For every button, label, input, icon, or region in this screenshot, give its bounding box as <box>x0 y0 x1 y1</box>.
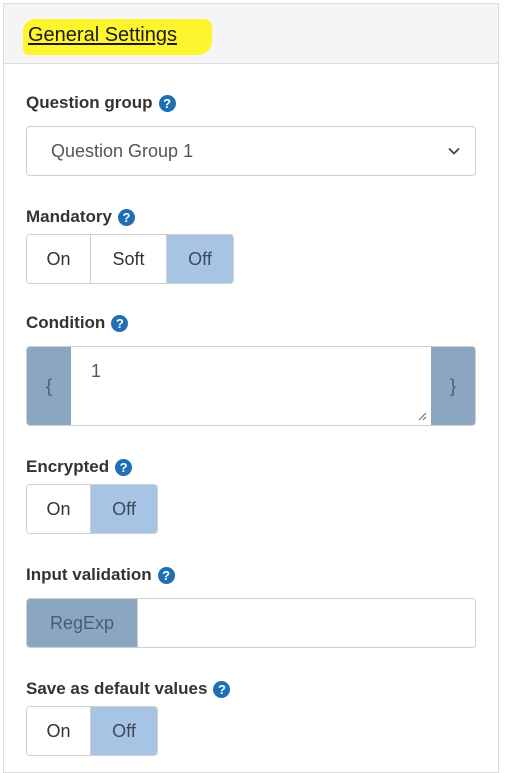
question-group-selected: Question Group 1 <box>51 140 194 161</box>
condition-label: Condition ? <box>26 312 476 334</box>
condition-section: Condition ? { 1 } <box>26 312 476 426</box>
encrypted-toggle-group: On Off <box>26 484 158 534</box>
save-default-label: Save as default values ? <box>26 678 476 700</box>
help-icon[interactable]: ? <box>115 458 133 476</box>
resize-handle-icon[interactable] <box>417 411 427 421</box>
encrypted-off-button[interactable]: Off <box>91 485 157 533</box>
encrypted-section: Encrypted ? On Off <box>26 456 476 534</box>
encrypted-label: Encrypted ? <box>26 456 476 478</box>
question-group-label: Question group ? <box>26 92 476 114</box>
mandatory-label: Mandatory ? <box>26 206 476 228</box>
general-settings-panel: General Settings Question group ? Questi… <box>3 3 499 773</box>
condition-label-text: Condition <box>26 313 106 332</box>
condition-input-group: { 1 } <box>26 346 476 426</box>
encrypted-on-button[interactable]: On <box>27 485 91 533</box>
mandatory-section: Mandatory ? On Soft Off <box>26 206 476 284</box>
help-icon[interactable]: ? <box>158 94 176 112</box>
close-brace-addon: } <box>431 347 475 425</box>
input-validation-label-text: Input validation <box>26 565 152 584</box>
mandatory-off-button[interactable]: Off <box>167 235 233 283</box>
chevron-down-icon <box>448 147 460 155</box>
mandatory-label-text: Mandatory <box>26 207 112 226</box>
open-brace-addon: { <box>27 347 71 425</box>
panel-header: General Settings <box>4 4 498 64</box>
help-icon[interactable]: ? <box>117 208 135 226</box>
save-default-off-button[interactable]: Off <box>91 707 157 755</box>
encrypted-label-text: Encrypted <box>26 457 110 476</box>
regexp-addon: RegExp <box>27 599 138 647</box>
input-validation-section: Input validation ? RegExp <box>26 564 476 648</box>
condition-value: 1 <box>91 361 102 381</box>
question-group-label-text: Question group <box>26 93 153 112</box>
mandatory-soft-button[interactable]: Soft <box>91 235 167 283</box>
help-icon[interactable]: ? <box>157 566 175 584</box>
save-default-toggle-group: On Off <box>26 706 158 756</box>
input-validation-group: RegExp <box>26 598 476 648</box>
save-default-label-text: Save as default values <box>26 679 208 698</box>
question-group-select[interactable]: Question Group 1 <box>26 126 476 176</box>
input-validation-field[interactable] <box>138 599 475 647</box>
mandatory-on-button[interactable]: On <box>27 235 91 283</box>
save-default-section: Save as default values ? On Off <box>26 678 476 756</box>
mandatory-toggle-group: On Soft Off <box>26 234 234 284</box>
save-default-on-button[interactable]: On <box>27 707 91 755</box>
question-group-section: Question group ? Question Group 1 <box>26 92 476 176</box>
help-icon[interactable]: ? <box>213 680 231 698</box>
input-validation-label: Input validation ? <box>26 564 476 586</box>
help-icon[interactable]: ? <box>111 314 129 332</box>
panel-title[interactable]: General Settings <box>28 24 177 47</box>
condition-textarea[interactable]: 1 <box>71 347 431 425</box>
